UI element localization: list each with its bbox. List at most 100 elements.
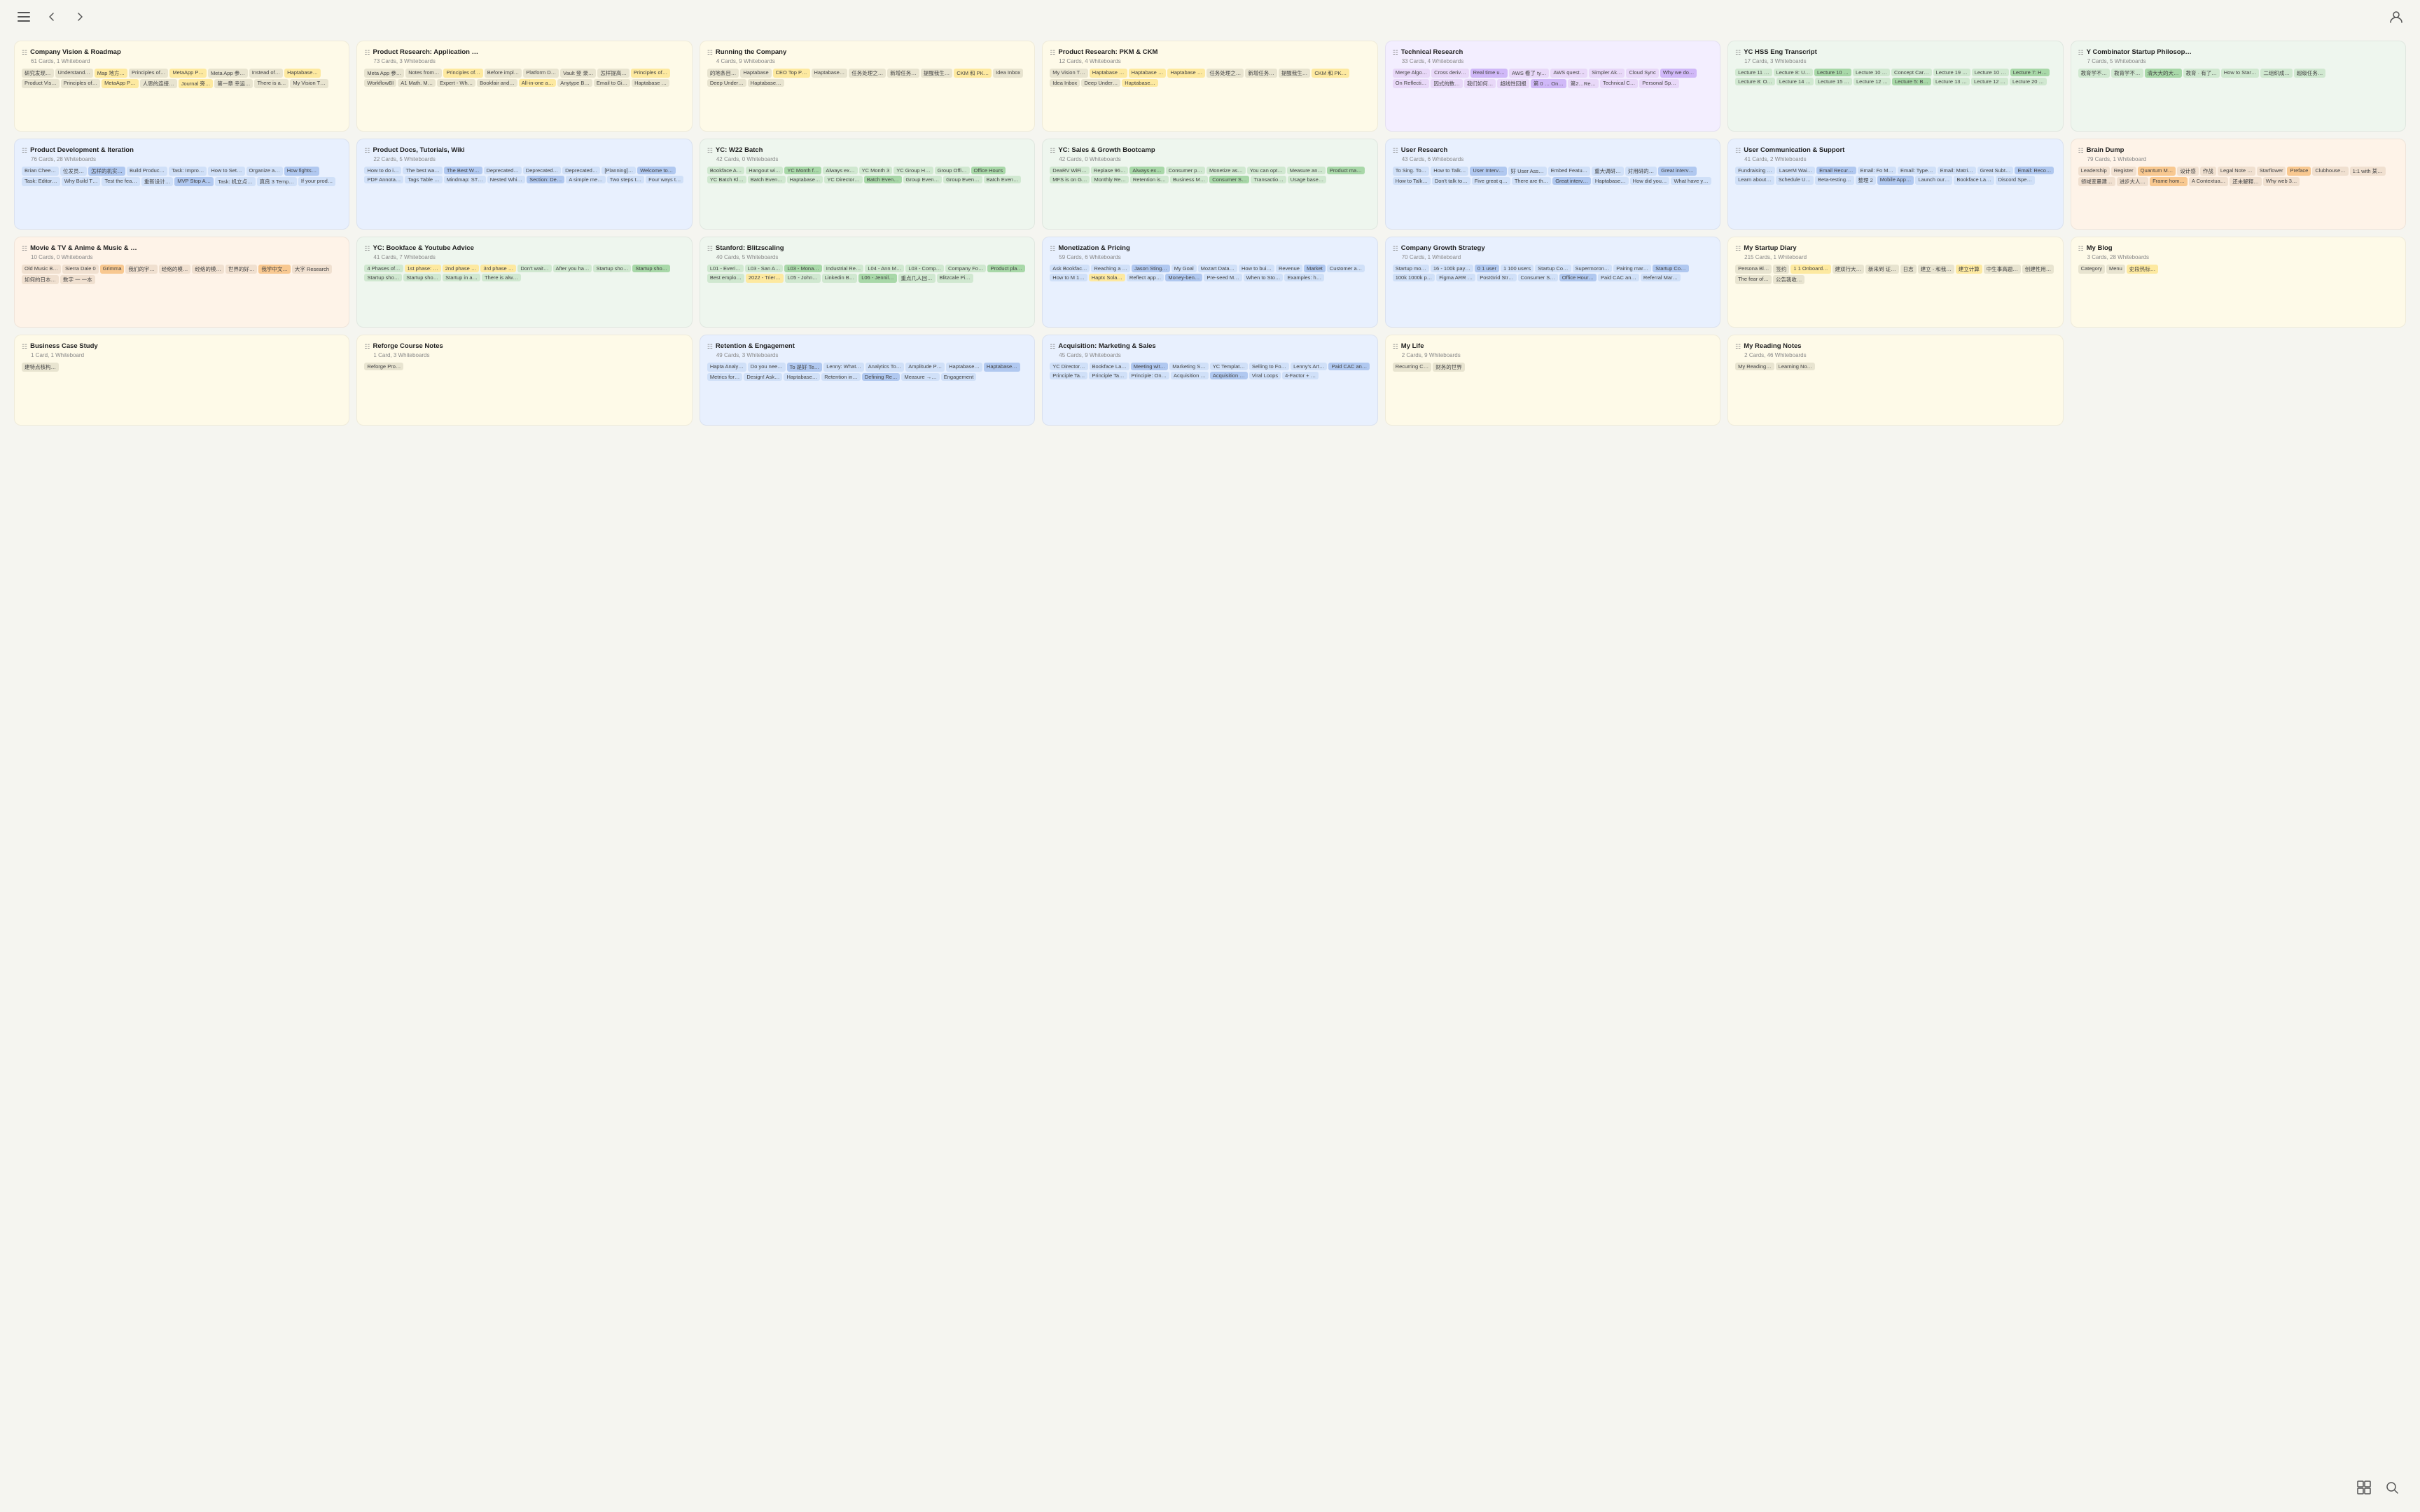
board-chip: Startup mo… [1393,265,1429,272]
board-chip: Don't talk to… [1432,177,1470,185]
board-card-monetization[interactable]: ☷Monetization & Pricing59 Cards, 6 White… [1042,237,1377,328]
board-chip: 领域变量建… [2078,177,2115,186]
board-chip: 的地条目… [707,69,739,78]
board-grid-icon: ☷ [1393,245,1398,253]
board-grid-icon: ☷ [707,147,713,155]
board-meta: 49 Cards, 3 Whiteboards [716,352,1027,358]
board-chip: 如何的日本… [22,275,59,284]
sidebar-toggle[interactable] [14,7,34,27]
board-card-retention[interactable]: ☷Retention & Engagement49 Cards, 3 White… [700,335,1035,426]
board-card-brain-dump[interactable]: ☷Brain Dump79 Cards, 1 WhiteboardLeaders… [2071,139,2406,230]
board-chip: Lenny's Art… [1291,363,1327,370]
board-chip: Meta App 参… [364,69,404,78]
board-chip: Viral Loops [1249,372,1281,379]
board-card-user-communication[interactable]: ☷User Communication & Support41 Cards, 2… [1727,139,2063,230]
board-title: Technical Research [1401,48,1463,57]
board-title: My Reading Notes [1744,342,1801,351]
board-grid-icon: ☷ [22,343,27,351]
board-chip: Learn about… [1735,176,1774,185]
board-chip: Revenue [1276,265,1302,272]
board-chip: DeaRV WiFi… [1050,167,1090,174]
board-card-running-company[interactable]: ☷Running the Company4 Cards, 9 Whiteboar… [700,41,1035,132]
board-card-my-blog[interactable]: ☷My Blog3 Cards, 28 WhiteboardsCategoryM… [2071,237,2406,328]
board-card-product-research-pkm[interactable]: ☷Product Research: PKM & CKM12 Cards, 4 … [1042,41,1377,132]
board-chip: Email Recur… [1816,167,1856,174]
zoom-button[interactable] [2385,1480,2399,1498]
board-card-business-case[interactable]: ☷Business Case Study1 Card, 1 Whiteboard… [14,335,349,426]
board-title: YC: W22 Batch [716,146,763,155]
board-chip: 建立 - 和我… [1918,265,1954,274]
board-chip: 作战 [2200,167,2216,176]
board-chip: Design! Ask… [744,373,782,381]
board-card-yc-combinator[interactable]: ☷Y Combinator Startup Philosop…7 Cards, … [2071,41,2406,132]
board-card-company-growth[interactable]: ☷Company Growth Strategy70 Cards, 1 Whit… [1385,237,1720,328]
back-button[interactable] [42,7,62,27]
board-chip: Haptabase… [812,69,848,78]
board-chip: MetaApp P… [102,79,139,88]
board-chip: Pre-seed M… [1204,274,1242,281]
board-chip: 真良 3 Temp… [257,177,297,186]
board-chip: 我学中文… [258,265,291,274]
board-card-user-research[interactable]: ☷User Research43 Cards, 6 WhiteboardsTo … [1385,139,1720,230]
board-card-product-research-app[interactable]: ☷Product Research: Application …73 Cards… [356,41,692,132]
board-title: Y Combinator Startup Philosop… [2087,48,2192,57]
board-card-my-startup-diary[interactable]: ☷My Startup Diary215 Cards, 1 Whiteboard… [1727,237,2063,328]
board-card-stanford-blitzscaling[interactable]: ☷Stanford: Blitzscaling40 Cards, 5 White… [700,237,1035,328]
board-chip: Principle: On… [1129,372,1169,379]
board-card-my-reading-notes[interactable]: ☷My Reading Notes2 Cards, 46 Whiteboards… [1727,335,2063,426]
forward-button[interactable] [70,7,90,27]
board-chip: Why we do… [1660,69,1697,78]
board-card-product-docs[interactable]: ☷Product Docs, Tutorials, Wiki22 Cards, … [356,139,692,230]
board-chip: Lecture 20 … [2010,78,2047,85]
board-title: User Research [1401,146,1448,155]
board-card-product-dev[interactable]: ☷Product Development & Iteration76 Cards… [14,139,349,230]
board-chip: Batch Even… [748,176,786,183]
board-meta: 1 Card, 3 Whiteboards [373,352,684,358]
board-card-my-life[interactable]: ☷My Life2 Cards, 9 WhiteboardsRecurring … [1385,335,1720,426]
board-card-acquisition[interactable]: ☷Acquisition: Marketing & Sales45 Cards,… [1042,335,1377,426]
board-chip: If your prod… [298,177,335,186]
board-chip: Notes from… [405,69,442,78]
board-chip: Recurring C… [1393,363,1432,372]
board-chip: Lecture 19 … [1933,69,1970,76]
board-chip: Deep Under… [1081,79,1120,87]
board-chip: 第2…Re… [1568,79,1599,88]
board-card-yc-w22[interactable]: ☷YC: W22 Batch42 Cards, 0 WhiteboardsBoo… [700,139,1035,230]
grid-view-button[interactable] [2357,1480,2371,1498]
board-chip: Haptabase… [284,69,321,78]
board-card-yc-bookface[interactable]: ☷YC: Bookface & Youtube Advice41 Cards, … [356,237,692,328]
board-chip: Amplitude P… [905,363,945,372]
board-chip: Great interv… [1552,177,1591,185]
board-chip: YC Director… [824,176,862,183]
board-chip: Haptx Sola… [1089,274,1125,281]
board-chip: Principles of… [61,79,100,88]
board-chip: 任务处理之… [849,69,886,78]
board-chip: Bookfair and… [477,79,517,87]
board-card-yc-hss-eng[interactable]: ☷YC HSS Eng Transcript17 Cards, 3 Whiteb… [1727,41,2063,132]
board-chip: Office Hour… [1559,274,1597,281]
board-chip: 数字 一 一本 [60,275,95,284]
board-chip: Measure →… [901,373,939,381]
board-title: My Startup Diary [1744,244,1797,253]
board-chip: Batch Even… [984,176,1022,183]
board-chip: 16 - 100k pay… [1431,265,1473,272]
board-meta: 76 Cards, 28 Whiteboards [31,156,342,162]
board-card-technical-research[interactable]: ☷Technical Research33 Cards, 4 Whiteboar… [1385,41,1720,132]
board-chip: To Sing. To… [1393,167,1429,176]
board-chip: Replase 96… [1091,167,1128,174]
board-grid-icon: ☷ [2078,245,2084,253]
board-chip: Organize a… [246,167,283,176]
board-card-movie-tv[interactable]: ☷Movie & TV & Anime & Music & …10 Cards,… [14,237,349,328]
board-chip: Principle Ta… [1050,372,1087,379]
board-chip: Consumer S… [1209,176,1249,183]
board-chip: Measure an… [1287,167,1326,174]
board-chip: Bookface La… [1954,176,1994,185]
board-card-yc-sales[interactable]: ☷YC: Sales & Growth Bootcamp42 Cards, 0 … [1042,139,1377,230]
user-avatar[interactable] [2386,7,2406,27]
board-chip: My Vision T… [1050,69,1087,78]
board-chip: Map 地方… [95,69,127,78]
board-chip: YC Batch Kl… [707,176,746,183]
board-card-company-vision[interactable]: ☷Company Vision & Roadmap61 Cards, 1 Whi… [14,41,349,132]
board-title: YC: Sales & Growth Bootcamp [1058,146,1155,155]
board-card-reforge-course[interactable]: ☷Reforge Course Notes1 Card, 3 Whiteboar… [356,335,692,426]
